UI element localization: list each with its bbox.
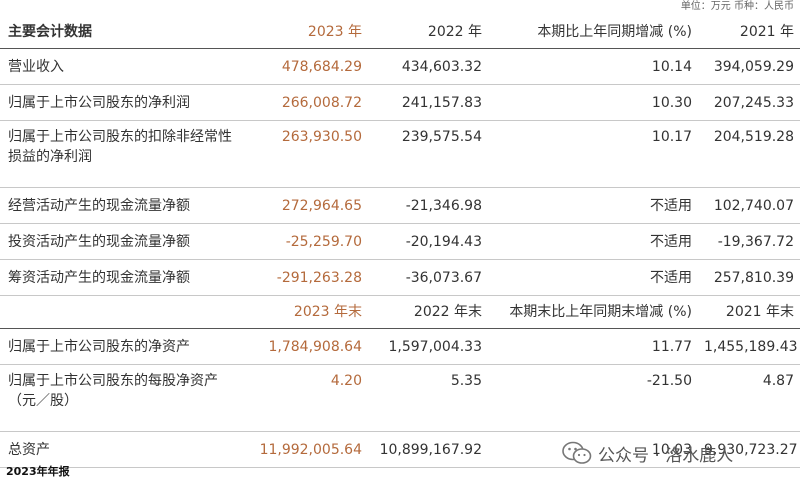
header-cell: 2022 年末 bbox=[368, 295, 488, 329]
report-footer: 2023年年报 bbox=[6, 465, 70, 478]
value-2022: -36,073.67 bbox=[368, 259, 488, 296]
value-2021: 207,245.33 bbox=[698, 84, 800, 121]
value-2021: 1,455,189.43 bbox=[698, 328, 800, 365]
header-cell: 本期末比上年同期末增减 (%) bbox=[488, 295, 698, 329]
watermark-text: 公众号 · 洛水鹿人 bbox=[598, 445, 734, 466]
value-2021: 102,740.07 bbox=[698, 187, 800, 224]
header-cell: 本期比上年同期增减 (%) bbox=[488, 16, 698, 49]
value-change: 10.14 bbox=[488, 48, 698, 85]
row-label: 经营活动产生的现金流量净额 bbox=[0, 187, 248, 224]
table-subheader-row: 2023 年末 2022 年末 本期末比上年同期末增减 (%) 2021 年末 bbox=[0, 295, 800, 329]
row-label: 归属于上市公司股东的净资产 bbox=[0, 328, 248, 365]
financial-data-table: 主要会计数据 2023 年 2022 年 本期比上年同期增减 (%) 2021 … bbox=[0, 16, 800, 468]
header-cell: 2023 年末 bbox=[248, 295, 368, 329]
value-2023: 4.20 bbox=[248, 364, 368, 432]
value-change: -21.50 bbox=[488, 364, 698, 432]
value-2022: -20,194.43 bbox=[368, 223, 488, 260]
value-2022: 434,603.32 bbox=[368, 48, 488, 85]
value-change: 11.77 bbox=[488, 328, 698, 365]
header-cell: 2023 年 bbox=[248, 16, 368, 49]
table-row: 经营活动产生的现金流量净额 272,964.65 -21,346.98 不适用 … bbox=[0, 187, 800, 224]
value-2022: 10,899,167.92 bbox=[368, 431, 488, 468]
table-row: 营业收入 478,684.29 434,603.32 10.14 394,059… bbox=[0, 48, 800, 85]
value-change: 不适用 bbox=[488, 187, 698, 224]
header-cell: 主要会计数据 bbox=[0, 16, 248, 49]
row-label: 归属于上市公司股东的净利润 bbox=[0, 84, 248, 121]
value-change: 不适用 bbox=[488, 259, 698, 296]
row-label: 投资活动产生的现金流量净额 bbox=[0, 223, 248, 260]
value-2023: -291,263.28 bbox=[248, 259, 368, 296]
header-cell: 2022 年 bbox=[368, 16, 488, 49]
value-2023: -25,259.70 bbox=[248, 223, 368, 260]
value-2022: 1,597,004.33 bbox=[368, 328, 488, 365]
value-2023: 11,992,005.64 bbox=[248, 431, 368, 468]
table-row: 归属于上市公司股东的净利润 266,008.72 241,157.83 10.3… bbox=[0, 84, 800, 121]
row-label: 归属于上市公司股东的扣除非经常性损益的净利润 bbox=[0, 120, 248, 188]
table-header-row: 主要会计数据 2023 年 2022 年 本期比上年同期增减 (%) 2021 … bbox=[0, 16, 800, 49]
value-2023: 478,684.29 bbox=[248, 48, 368, 85]
value-2022: -21,346.98 bbox=[368, 187, 488, 224]
value-2021: -19,367.72 bbox=[698, 223, 800, 260]
table-row: 投资活动产生的现金流量净额 -25,259.70 -20,194.43 不适用 … bbox=[0, 223, 800, 260]
header-cell: 2021 年末 bbox=[698, 295, 800, 329]
value-2021: 204,519.28 bbox=[698, 120, 800, 188]
row-label: 营业收入 bbox=[0, 48, 248, 85]
table-row: 归属于上市公司股东的净资产 1,784,908.64 1,597,004.33 … bbox=[0, 328, 800, 365]
header-cell: 2021 年 bbox=[698, 16, 800, 49]
value-2023: 266,008.72 bbox=[248, 84, 368, 121]
value-2021: 4.87 bbox=[698, 364, 800, 432]
value-change: 10.17 bbox=[488, 120, 698, 188]
table-row: 归属于上市公司股东的每股净资产（元／股） 4.20 5.35 -21.50 4.… bbox=[0, 364, 800, 432]
value-2022: 241,157.83 bbox=[368, 84, 488, 121]
value-2023: 1,784,908.64 bbox=[248, 328, 368, 365]
value-2023: 272,964.65 bbox=[248, 187, 368, 224]
value-2022: 239,575.54 bbox=[368, 120, 488, 188]
value-2021: 257,810.39 bbox=[698, 259, 800, 296]
value-change: 10.30 bbox=[488, 84, 698, 121]
value-2023: 263,930.50 bbox=[248, 120, 368, 188]
row-label: 筹资活动产生的现金流量净额 bbox=[0, 259, 248, 296]
unit-note: 单位：万元 币种：人民币 bbox=[680, 1, 794, 12]
value-change: 不适用 bbox=[488, 223, 698, 260]
row-label: 归属于上市公司股东的每股净资产（元／股） bbox=[0, 364, 248, 432]
value-2022: 5.35 bbox=[368, 364, 488, 432]
value-2021: 394,059.29 bbox=[698, 48, 800, 85]
watermark: 公众号 · 洛水鹿人 bbox=[562, 440, 733, 466]
header-cell bbox=[0, 295, 248, 329]
table-row: 筹资活动产生的现金流量净额 -291,263.28 -36,073.67 不适用… bbox=[0, 259, 800, 296]
table-row: 归属于上市公司股东的扣除非经常性损益的净利润 263,930.50 239,57… bbox=[0, 120, 800, 188]
wechat-icon bbox=[562, 441, 592, 464]
